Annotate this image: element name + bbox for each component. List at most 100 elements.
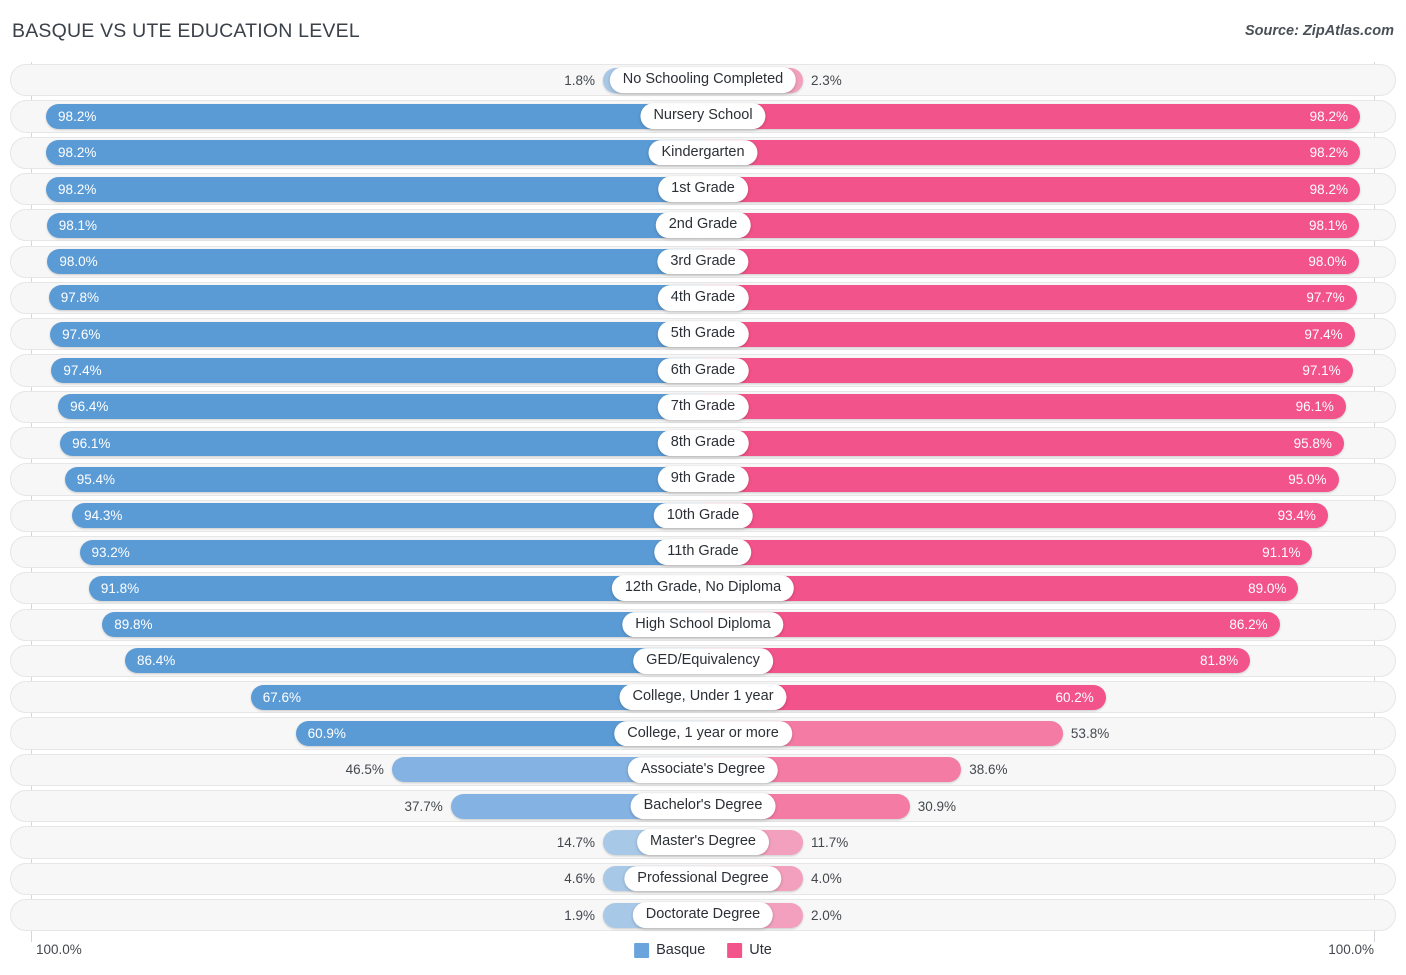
- basque-value-label: 67.6%: [262, 689, 302, 705]
- basque-bar: 95.4%: [64, 466, 703, 492]
- ute-bar: 97.4%: [703, 321, 1355, 347]
- ute-value-label: 98.0%: [1308, 254, 1347, 270]
- ute-value-label: 2.0%: [811, 907, 842, 923]
- ute-value-label: 30.9%: [917, 798, 956, 814]
- category-label: 4th Grade: [657, 285, 749, 311]
- ute-bar-group: 95.8%: [703, 425, 1406, 461]
- ute-bar: 95.0%: [703, 466, 1339, 492]
- ute-bar-group: 81.8%: [703, 643, 1406, 679]
- basque-bar-group: 96.4%: [0, 389, 703, 425]
- basque-bar: 98.2%: [46, 176, 703, 202]
- basque-bar-group: 98.0%: [0, 244, 703, 280]
- chart-footer: 100.0% 100.0% Basque Ute: [0, 936, 1406, 975]
- ute-bar-group: 98.0%: [703, 244, 1406, 280]
- basque-bar-group: 98.1%: [0, 207, 703, 243]
- chart-row: 97.6% 97.4% 5th Grade: [0, 316, 1406, 352]
- ute-bar-group: 95.0%: [703, 461, 1406, 497]
- ute-value-label: 86.2%: [1229, 617, 1268, 633]
- basque-bar: 93.2%: [79, 539, 703, 565]
- legend-swatch-icon: [727, 942, 743, 958]
- category-label: 7th Grade: [657, 393, 749, 420]
- basque-value-label: 86.4%: [136, 653, 176, 669]
- ute-bar-group: 4.0%: [703, 861, 1406, 897]
- chart-row: 93.2% 91.1% 11th Grade: [0, 534, 1406, 570]
- basque-value-label: 98.0%: [59, 254, 98, 270]
- basque-value-label: 37.7%: [404, 798, 443, 814]
- basque-bar-group: 94.3%: [0, 498, 703, 534]
- ute-value-label: 98.1%: [1309, 217, 1348, 233]
- source-attribution: Source: ZipAtlas.com: [1244, 23, 1394, 39]
- basque-bar-group: 89.8%: [0, 607, 703, 643]
- chart-row: 95.4% 95.0% 9th Grade: [0, 461, 1406, 497]
- legend-label: Ute: [749, 942, 772, 958]
- basque-bar: 97.8%: [48, 285, 703, 311]
- chart-row: 4.6% 4.0% Professional Degree: [0, 861, 1406, 897]
- basque-value-label: 4.6%: [564, 871, 595, 887]
- axis-min-label: 100.0%: [36, 942, 82, 957]
- chart-row: 98.2% 98.2% 1st Grade: [0, 171, 1406, 207]
- category-label: 11th Grade: [654, 539, 752, 565]
- ute-bar: 98.1%: [703, 212, 1360, 238]
- chart-row: 98.1% 98.1% 2nd Grade: [0, 207, 1406, 243]
- ute-bar-group: 11.7%: [703, 824, 1406, 860]
- chart-row: 97.4% 97.1% 6th Grade: [0, 352, 1406, 388]
- basque-bar: 98.2%: [46, 103, 703, 129]
- ute-value-label: 97.7%: [1306, 290, 1345, 306]
- ute-bar-group: 98.2%: [703, 135, 1406, 171]
- chart-page: BASQUE VS UTE EDUCATION LEVEL Source: Zi…: [0, 0, 1406, 975]
- ute-value-label: 4.0%: [811, 871, 842, 887]
- legend-item[interactable]: Ute: [727, 942, 772, 958]
- basque-bar-group: 60.9%: [0, 715, 703, 751]
- basque-bar-group: 93.2%: [0, 534, 703, 570]
- basque-bar: 98.1%: [46, 212, 703, 238]
- chart-row: 91.8% 89.0% 12th Grade, No Diploma: [0, 570, 1406, 606]
- basque-value-label: 93.2%: [91, 544, 130, 560]
- category-label: Kindergarten: [648, 139, 758, 166]
- basque-value-label: 97.6%: [62, 326, 101, 342]
- ute-value-label: 96.1%: [1295, 399, 1334, 415]
- category-label: Nursery School: [640, 103, 766, 130]
- basque-bar-group: 95.4%: [0, 461, 703, 497]
- chart-header: BASQUE VS UTE EDUCATION LEVEL Source: Zi…: [0, 0, 1406, 60]
- basque-bar-group: 1.9%: [0, 897, 703, 933]
- basque-value-label: 89.8%: [114, 617, 153, 633]
- ute-bar: 98.0%: [703, 249, 1359, 275]
- basque-bar: 98.0%: [47, 249, 703, 275]
- basque-value-label: 96.1%: [72, 435, 111, 451]
- basque-bar: 98.2%: [46, 140, 703, 166]
- basque-value-label: 1.8%: [564, 72, 595, 88]
- basque-bar-group: 96.1%: [0, 425, 703, 461]
- basque-value-label: 98.2%: [58, 181, 97, 197]
- ute-value-label: 53.8%: [1070, 726, 1110, 742]
- category-label: Master's Degree: [637, 829, 769, 856]
- category-label: 8th Grade: [657, 430, 749, 456]
- legend-item[interactable]: Basque: [634, 942, 705, 958]
- ute-value-label: 97.4%: [1304, 326, 1343, 342]
- category-label: High School Diploma: [622, 611, 784, 638]
- basque-bar-group: 67.6%: [0, 679, 703, 715]
- basque-bar-group: 4.6%: [0, 861, 703, 897]
- ute-bar-group: 38.6%: [703, 752, 1406, 788]
- ute-value-label: 95.0%: [1288, 471, 1327, 487]
- basque-value-label: 95.4%: [76, 471, 116, 487]
- ute-bar: 97.1%: [703, 358, 1353, 384]
- ute-value-label: 97.1%: [1302, 363, 1341, 379]
- ute-bar-group: 2.0%: [703, 897, 1406, 933]
- chart-row: 1.8% 2.3% No Schooling Completed: [0, 62, 1406, 98]
- basque-value-label: 98.2%: [58, 108, 97, 124]
- ute-bar-group: 97.1%: [703, 352, 1406, 388]
- category-label: College, 1 year or more: [614, 720, 792, 747]
- basque-bar-group: 1.8%: [0, 62, 703, 98]
- basque-bar-group: 97.6%: [0, 316, 703, 352]
- category-label: 10th Grade: [653, 502, 753, 529]
- category-label: 12th Grade, No Diploma: [611, 575, 795, 602]
- ute-value-label: 60.2%: [1055, 689, 1094, 705]
- ute-bar-group: 93.4%: [703, 498, 1406, 534]
- ute-value-label: 95.8%: [1293, 435, 1332, 451]
- basque-bar: 97.6%: [50, 321, 703, 347]
- ute-value-label: 89.0%: [1248, 580, 1287, 596]
- basque-bar-group: 97.4%: [0, 352, 703, 388]
- ute-bar-group: 97.4%: [703, 316, 1406, 352]
- basque-bar-group: 37.7%: [0, 788, 703, 824]
- basque-bar: 94.3%: [72, 503, 703, 529]
